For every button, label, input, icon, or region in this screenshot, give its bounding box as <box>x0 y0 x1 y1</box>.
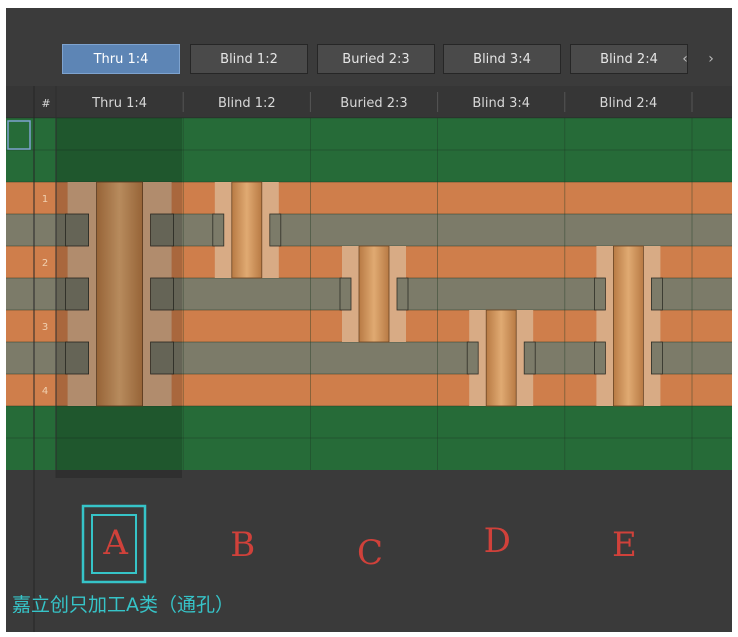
caption-text: 嘉立创只加工A类（通孔） <box>12 594 234 616</box>
via-letter-e: E <box>612 525 637 565</box>
layer-number-3: 3 <box>42 322 48 333</box>
via-letter-c: C <box>357 533 383 573</box>
column-header-2: Buried 2:3 <box>340 96 407 111</box>
via-b <box>212 181 282 279</box>
layer-stack-diagram: # Thru 1:4 Blind 1:2 Buried 2:3 Blind 3:4 Bl… <box>6 86 732 632</box>
via-d <box>466 309 536 407</box>
via-e <box>594 245 663 407</box>
column-header-1: Blind 1:2 <box>218 96 276 111</box>
via-letter-d: D <box>484 521 511 561</box>
row-number-header: # <box>41 97 50 110</box>
layer-number-1: 1 <box>42 194 48 205</box>
layer-number-4: 4 <box>42 386 48 397</box>
selected-column-shade <box>56 118 182 478</box>
layer-number-2: 2 <box>42 258 48 269</box>
column-header-4: Blind 2:4 <box>600 96 658 111</box>
via-letter-a: A <box>102 523 128 563</box>
via-letter-b: B <box>230 525 255 565</box>
layer-stack-panel: Thru 1:4 Blind 1:2 Buried 2:3 Blind 3:4 … <box>6 8 732 632</box>
column-header-0: Thru 1:4 <box>91 96 147 111</box>
column-header-3: Blind 3:4 <box>472 96 530 111</box>
via-c <box>339 245 409 343</box>
